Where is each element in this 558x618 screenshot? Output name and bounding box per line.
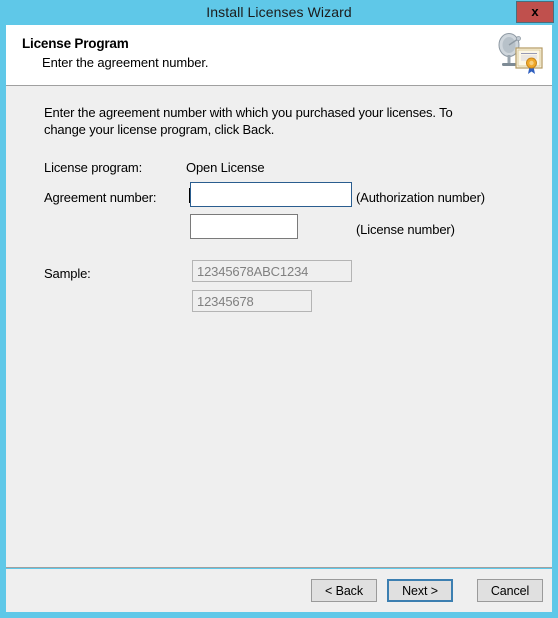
wizard-footer: < Back Next > Cancel (6, 569, 552, 612)
sample-label: Sample: (44, 266, 91, 281)
page-subtitle: Enter the agreement number. (42, 55, 209, 70)
license-number-note: (License number) (356, 222, 455, 237)
cancel-button[interactable]: Cancel (477, 579, 543, 602)
sample-license-value: 12345678 (192, 290, 312, 312)
title-bar: Install Licenses Wizard x (0, 0, 558, 25)
authorization-number-note: (Authorization number) (356, 190, 485, 205)
window-title: Install Licenses Wizard (206, 4, 352, 20)
license-certificate-icon (498, 33, 543, 74)
text-caret (189, 188, 190, 203)
wizard-header: License Program Enter the agreement numb… (6, 25, 552, 86)
wizard-content: Enter the agreement number with which yo… (6, 86, 552, 568)
license-program-label: License program: (44, 160, 143, 175)
agreement-number-label: Agreement number: (44, 190, 157, 205)
install-licenses-wizard-window: Install Licenses Wizard x License Progra… (0, 0, 558, 618)
sample-authorization-value: 12345678ABC1234 (192, 260, 352, 282)
back-button[interactable]: < Back (311, 579, 377, 602)
license-number-input[interactable] (190, 214, 298, 239)
page-title: License Program (22, 36, 129, 51)
close-button[interactable]: x (516, 1, 554, 23)
next-button[interactable]: Next > (387, 579, 453, 602)
license-program-value: Open License (186, 160, 265, 175)
close-icon: x (531, 4, 539, 19)
authorization-number-input[interactable] (190, 182, 352, 207)
intro-text: Enter the agreement number with which yo… (44, 105, 453, 137)
